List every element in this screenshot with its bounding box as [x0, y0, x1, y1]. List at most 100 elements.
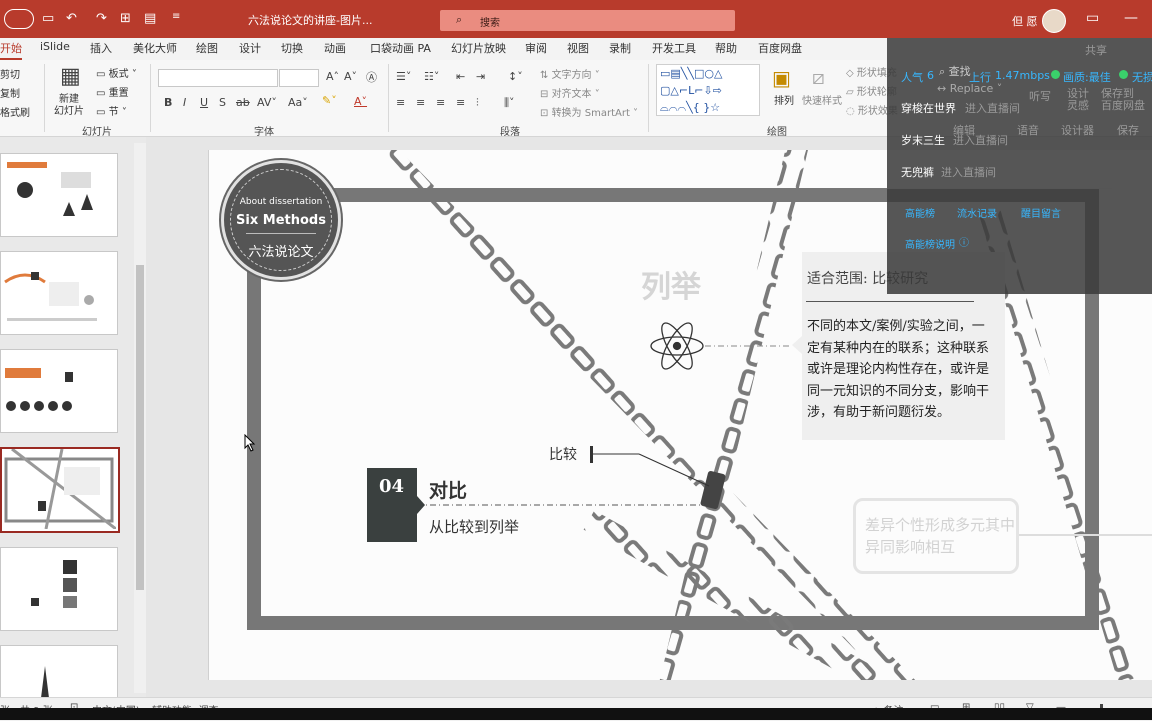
text-direction-button[interactable]: ⇅ 文字方向 ˅	[540, 66, 600, 81]
design-ideas-button[interactable]: 设计 灵感	[1067, 88, 1089, 112]
tab-developer[interactable]: 开发工具	[652, 40, 696, 56]
save-baidu-button[interactable]: 保存到 百度网盘	[1101, 88, 1145, 112]
scrollbar-thumb[interactable]	[136, 265, 144, 590]
decrease-font-icon[interactable]: A˅	[344, 70, 357, 83]
tab-animations[interactable]: 动画	[324, 40, 346, 56]
badge-line2: Six Methods	[236, 213, 326, 228]
line-spacing-icon[interactable]: ↕˅	[508, 70, 523, 83]
align-text-button[interactable]: ⊟ 对齐文本 ˅	[540, 85, 600, 100]
slide-thumbnail[interactable]	[0, 547, 118, 631]
justify-icon[interactable]: ≡	[456, 96, 465, 109]
upload-value: 1.47mbps	[995, 69, 1050, 82]
document-title: 六法说论文的讲座-图片...	[248, 14, 373, 27]
section-button[interactable]: ▭ 节 ˅	[96, 103, 127, 118]
customize-qat-icon[interactable]: ▤	[144, 11, 156, 26]
link-super-chat[interactable]: 醒目留言	[1021, 205, 1061, 220]
taskbar-strip	[0, 708, 1152, 720]
tab-home[interactable]: 开始	[0, 40, 22, 60]
link-top-fans[interactable]: 高能榜	[905, 205, 935, 220]
increase-indent-icon[interactable]: ⇥	[476, 70, 485, 83]
layout-button[interactable]: ▭ 板式 ˅	[96, 65, 137, 80]
font-size-select[interactable]	[279, 69, 319, 87]
tab-help[interactable]: 帮助	[715, 40, 737, 56]
link-flow-records[interactable]: 流水记录	[957, 205, 997, 220]
cut-button[interactable]: 剪切	[0, 66, 20, 81]
underline-icon[interactable]: U	[200, 96, 208, 109]
shapes-gallery[interactable]: ▭▤╲╲□○△ ▢△⌐ᒪ⌐⇩⇨ ⌓⌒⌒╲{ }☆	[656, 64, 760, 116]
slide-thumbnail[interactable]	[0, 251, 118, 335]
font-family-select[interactable]	[158, 69, 278, 87]
distributed-icon[interactable]: ⫶	[476, 96, 479, 110]
format-painter-button[interactable]: 格式刷	[0, 104, 30, 119]
align-right-icon[interactable]: ≡	[436, 96, 445, 109]
quality-label: 画质:最佳	[1063, 71, 1111, 84]
comment-user: 岁末三生	[901, 134, 945, 147]
new-slide-button[interactable]: 新建 幻灯片	[54, 94, 84, 118]
tab-design[interactable]: 设计	[239, 40, 261, 56]
watermark-heading: 列举	[641, 270, 701, 305]
slide-thumbnail[interactable]	[0, 645, 118, 703]
user-name[interactable]: 但 愿	[1012, 13, 1038, 29]
presenter-icon[interactable]: ⊞	[120, 11, 131, 26]
tab-transitions[interactable]: 切换	[281, 40, 303, 56]
increase-font-icon[interactable]: A˄	[326, 70, 339, 83]
share-button[interactable]: 共享	[1085, 42, 1107, 58]
arrange-button[interactable]: 排列	[774, 92, 794, 107]
copy-button[interactable]: 复制	[0, 85, 20, 100]
avatar[interactable]	[1042, 9, 1066, 33]
section-subtitle: 从比较到列举	[429, 518, 520, 536]
align-text-label: 对齐文本	[551, 89, 592, 100]
link-top-fans-help[interactable]: 高能榜说明	[905, 236, 955, 251]
tab-pocket-animation[interactable]: 口袋动画 PA	[370, 40, 431, 56]
help-icon[interactable]: ⓘ	[959, 234, 969, 249]
shadow-icon[interactable]: S	[219, 96, 226, 109]
tab-view[interactable]: 视图	[567, 40, 589, 56]
undo-icon[interactable]: ↶	[66, 11, 77, 26]
badge-circle: About dissertation Six Methods 六法说论文	[221, 160, 341, 280]
tab-insert[interactable]: 插入	[90, 40, 112, 56]
tab-draw[interactable]: 绘图	[196, 40, 218, 56]
font-color-icon[interactable]: A˅	[354, 95, 367, 108]
find-button[interactable]: ⌕ 查找	[939, 63, 971, 79]
slide-thumbnail[interactable]	[0, 349, 118, 433]
strikethrough-icon[interactable]: ab	[236, 96, 250, 109]
new-slide-icon[interactable]: ▦	[60, 64, 81, 89]
change-case-icon[interactable]: Aa˅	[288, 96, 308, 109]
ribbon-display-icon[interactable]: ▭	[1086, 10, 1099, 26]
autosave-toggle[interactable]	[4, 9, 34, 29]
tab-islide[interactable]: iSlide	[40, 40, 70, 53]
highlight-icon[interactable]: ✎˅	[322, 94, 337, 107]
char-spacing-icon[interactable]: AV˅	[257, 96, 277, 109]
search-icon: ⌕	[456, 13, 463, 26]
arrange-icon[interactable]: ▣	[772, 66, 791, 90]
bold-icon[interactable]: B	[164, 96, 172, 109]
minimize-icon[interactable]: —	[1124, 10, 1138, 26]
search-box[interactable]: ⌕ 搜索	[440, 10, 735, 31]
redo-icon[interactable]: ↷	[96, 11, 107, 26]
group-title-font: 字体	[254, 127, 274, 138]
qat-more-icon[interactable]: ≡	[172, 11, 180, 22]
align-left-icon[interactable]: ≡	[396, 96, 405, 109]
smartart-button[interactable]: ⊡ 转换为 SmartArt ˅	[540, 104, 638, 119]
slide-thumbnail-selected[interactable]	[0, 447, 120, 533]
columns-icon[interactable]: ⫼˅	[504, 96, 515, 110]
numbering-icon[interactable]: ☷˅	[424, 70, 439, 83]
slide-thumbnail[interactable]	[0, 153, 118, 237]
save-icon[interactable]: ▭	[42, 11, 54, 26]
quick-styles-button[interactable]: 快速样式	[802, 92, 842, 107]
popularity-label: 人气	[901, 71, 923, 84]
bullets-icon[interactable]: ☰˅	[396, 70, 411, 83]
tab-record[interactable]: 录制	[609, 40, 631, 56]
tab-beautify[interactable]: 美化大师	[133, 40, 177, 56]
quick-styles-icon[interactable]: ⧄	[812, 65, 825, 89]
search-placeholder: 搜索	[480, 18, 500, 29]
clear-format-icon[interactable]: Ⓐ	[366, 69, 377, 85]
italic-icon[interactable]: I	[183, 96, 186, 109]
tab-baidu-netdisk[interactable]: 百度网盘	[758, 40, 802, 56]
tab-slideshow[interactable]: 幻灯片放映	[451, 40, 506, 56]
decrease-indent-icon[interactable]: ⇤	[456, 70, 465, 83]
reset-button[interactable]: ▭ 重置	[96, 84, 129, 99]
tab-review[interactable]: 审阅	[525, 40, 547, 56]
dictate-button[interactable]: 听写	[1029, 88, 1051, 104]
align-center-icon[interactable]: ≡	[416, 96, 425, 109]
